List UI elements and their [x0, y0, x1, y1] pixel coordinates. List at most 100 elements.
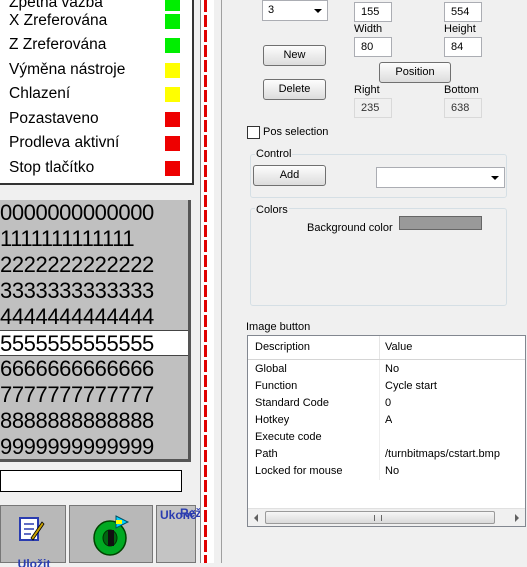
row-description: Function — [255, 380, 298, 392]
splitter-marker — [204, 0, 207, 563]
status-label: Stop tlačítko — [9, 159, 95, 176]
column-divider — [379, 360, 380, 480]
status-lamp — [165, 14, 180, 29]
width-label: Width — [354, 23, 383, 35]
status-item: Chlazení — [9, 85, 194, 109]
status-lamp — [165, 136, 180, 151]
chevron-down-icon — [314, 9, 322, 13]
digit-list[interactable]: 0000000000000 1111111111111 222222222222… — [0, 200, 191, 462]
row-description: Locked for mouse — [255, 465, 343, 477]
end-label: Ukonč — [160, 508, 197, 522]
status-lamp — [165, 161, 180, 176]
grid-row-locked-for-mouse[interactable]: Locked for mouse No — [248, 463, 525, 480]
row-value[interactable]: Cycle start — [385, 378, 437, 395]
digit-row[interactable]: 5555555555555 — [0, 330, 188, 356]
colors-group-title: Colors — [255, 204, 289, 216]
grid-row-hotkey[interactable]: Hotkey A — [248, 412, 525, 429]
status-item: Výměna nástroje — [9, 61, 194, 85]
status-lamp — [165, 38, 180, 53]
right-field: 235 — [354, 98, 392, 118]
scroll-left-icon[interactable] — [254, 514, 258, 522]
row-description: Global — [255, 363, 287, 375]
right-label: Right — [354, 84, 380, 96]
digit-row[interactable]: 6666666666666 — [0, 356, 188, 382]
image-button-title: Image button — [246, 321, 311, 333]
row-value[interactable]: No — [385, 361, 399, 378]
grid-row-path[interactable]: Path /turnbitmaps/cstart.bmp — [248, 446, 525, 463]
status-label: Prodleva aktivní — [9, 134, 120, 151]
digit-row[interactable]: 1111111111111 — [0, 226, 188, 252]
control-select[interactable] — [376, 167, 505, 188]
status-label: Z Zreferována — [9, 36, 107, 53]
end-button[interactable]: Ukonč Reži — [156, 505, 205, 563]
row-value[interactable]: /turnbitmaps/cstart.bmp — [385, 446, 525, 463]
cycle-start-button[interactable] — [69, 505, 153, 563]
digit-row[interactable]: 8888888888888 — [0, 408, 188, 434]
status-label: Chlazení — [9, 85, 71, 102]
command-input[interactable] — [0, 470, 182, 492]
grid-row-function[interactable]: Function Cycle start — [248, 378, 525, 395]
digit-row[interactable]: 3333333333333 — [0, 278, 188, 304]
splitter[interactable] — [200, 0, 214, 563]
position-button[interactable]: Position — [379, 62, 451, 83]
row-value[interactable]: A — [385, 412, 392, 429]
divider — [221, 0, 222, 563]
width-field[interactable]: 80 — [354, 37, 392, 57]
height-label: Height — [444, 23, 476, 35]
control-group-title: Control — [255, 148, 293, 160]
bottom-label: Bottom — [444, 84, 479, 96]
status-item: Stop tlačítko — [9, 159, 194, 183]
chevron-down-icon — [491, 176, 499, 180]
grid-row-execute-code[interactable]: Execute code — [248, 429, 525, 446]
background-color-swatch[interactable] — [399, 216, 482, 230]
digit-row[interactable]: 9999999999999 — [0, 434, 188, 459]
height-field[interactable]: 84 — [444, 37, 482, 57]
row-description: Execute code — [255, 431, 322, 443]
column-divider — [379, 336, 380, 359]
row-description: Hotkey — [255, 414, 290, 426]
pos-selection-label: Pos selection — [263, 126, 329, 138]
digit-row[interactable]: 2222222222222 — [0, 252, 188, 278]
mode-label: Reži — [180, 506, 205, 520]
save-button[interactable]: Uložit — [0, 505, 66, 567]
column-header-value[interactable]: Value — [385, 339, 412, 356]
background-color-label: Background color — [307, 222, 393, 234]
scrollbar-thumb[interactable] — [265, 511, 495, 524]
status-label: Zpětná vazba — [9, 0, 103, 11]
status-label: X Zreferována — [9, 12, 108, 29]
new-button[interactable]: New — [263, 45, 326, 66]
left-field[interactable]: 155 — [354, 2, 392, 22]
grid-header: Description Value — [248, 336, 525, 360]
digit-row[interactable]: 4444444444444 — [0, 304, 188, 330]
grid-row-standard-code[interactable]: Standard Code 0 — [248, 395, 525, 412]
column-header-description[interactable]: Description — [255, 339, 310, 356]
index-select[interactable]: 3 — [262, 0, 328, 21]
digit-row[interactable]: 7777777777777 — [0, 382, 188, 408]
status-label: Pozastaveno — [9, 110, 99, 127]
status-item: Prodleva aktivní — [9, 134, 194, 158]
row-value[interactable]: No — [385, 463, 399, 480]
top-field[interactable]: 554 — [444, 2, 482, 22]
index-value: 3 — [268, 4, 275, 16]
digit-row[interactable]: 0000000000000 — [0, 200, 188, 226]
grip-icon — [374, 515, 382, 521]
row-description: Standard Code — [255, 397, 329, 409]
grid-row-global[interactable]: Global No — [248, 361, 525, 378]
save-label: Uložit — [17, 557, 51, 567]
status-item: X Zreferována — [9, 12, 194, 36]
row-value[interactable]: 0 — [385, 395, 391, 412]
status-panel: Zpětná vazba X Zreferována Z Zreferována… — [0, 0, 194, 185]
status-lamp — [165, 112, 180, 127]
row-description: Path — [255, 448, 278, 460]
add-control-button[interactable]: Add — [253, 165, 326, 186]
horizontal-scrollbar[interactable] — [248, 508, 525, 526]
cycle-start-icon — [93, 515, 130, 556]
notepad-icon — [19, 517, 45, 541]
pos-selection-checkbox[interactable] — [247, 126, 260, 139]
status-lamp — [165, 87, 180, 102]
scroll-right-icon[interactable] — [515, 514, 519, 522]
bottom-field: 638 — [444, 98, 482, 118]
delete-button[interactable]: Delete — [263, 79, 326, 100]
status-lamp — [165, 0, 180, 11]
image-button-grid[interactable]: Description Value Global No Function Cyc… — [247, 335, 526, 527]
